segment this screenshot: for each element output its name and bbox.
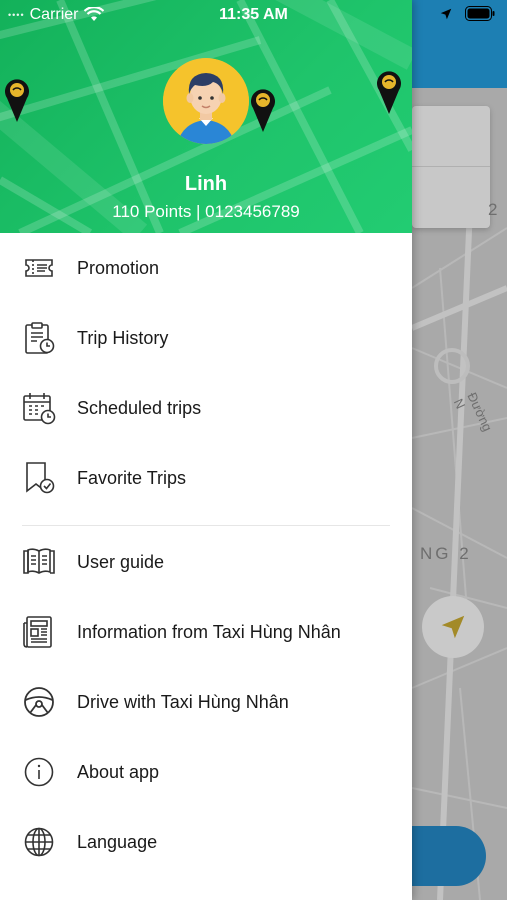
menu-label: Language: [77, 831, 158, 852]
menu-item-user-guide[interactable]: User guide: [0, 527, 412, 597]
steering-wheel-icon: [22, 685, 56, 719]
menu-label: Information from Taxi Hùng Nhân: [77, 621, 341, 642]
menu-item-information[interactable]: Information from Taxi Hùng Nhân: [0, 597, 412, 667]
book-icon: [22, 545, 56, 579]
newspaper-icon: [22, 615, 56, 649]
taxi-pin-icon: [377, 71, 401, 114]
user-points-phone: 110 Points | 0123456789: [112, 202, 300, 221]
menu-label: Drive with Taxi Hùng Nhân: [77, 691, 289, 712]
menu-label: User guide: [77, 551, 165, 572]
menu-label: Promotion: [77, 257, 160, 278]
menu-label: About app: [77, 761, 160, 782]
navigation-arrow-icon: [441, 615, 465, 639]
menu-item-language[interactable]: Language: [0, 807, 412, 877]
map-label-number: 2: [488, 200, 498, 219]
status-right-group: [439, 6, 495, 21]
locate-me-button[interactable]: [422, 596, 484, 658]
menu-label: Favorite Trips: [77, 467, 187, 488]
menu-item-about-app[interactable]: About app: [0, 737, 412, 807]
book-button-partial[interactable]: [412, 826, 486, 886]
user-avatar-icon: [163, 58, 249, 144]
menu-item-favorite-trips[interactable]: Favorite Trips: [0, 443, 412, 513]
info-icon: [22, 755, 56, 789]
taxi-pin-icon: [5, 79, 30, 122]
map-district-label: NG 2: [420, 544, 472, 563]
menu-label: Scheduled trips: [77, 397, 202, 418]
drawer-menu: Promotion Trip History Scheduled trips F…: [0, 233, 412, 877]
menu-item-trip-history[interactable]: Trip History: [0, 303, 412, 373]
clipboard-clock-icon: [22, 321, 56, 355]
search-card[interactable]: [412, 106, 490, 228]
location-arrow-icon: [440, 8, 452, 19]
status-bar: •••• Carrier 11:35 AM: [0, 0, 507, 30]
menu-item-scheduled-trips[interactable]: Scheduled trips: [0, 373, 412, 443]
taxi-pin-icon: [251, 89, 275, 132]
user-name: Linh: [184, 173, 228, 195]
search-card-divider: [412, 166, 490, 167]
menu-item-promotion[interactable]: Promotion: [0, 233, 412, 303]
calendar-clock-icon: [22, 391, 56, 425]
menu-divider: [22, 525, 390, 526]
side-drawer: Linh 110 Points | 0123456789 Promotion T…: [0, 0, 412, 900]
globe-icon: [22, 825, 56, 859]
status-time: 11:35 AM: [219, 6, 288, 23]
ticket-icon: [22, 251, 56, 285]
avatar[interactable]: [163, 58, 249, 144]
bookmark-check-icon: [22, 461, 56, 495]
battery-icon: [465, 6, 495, 21]
menu-label: Trip History: [77, 327, 169, 348]
drawer-header: Linh 110 Points | 0123456789: [0, 0, 412, 233]
menu-item-drive-with[interactable]: Drive with Taxi Hùng Nhân: [0, 667, 412, 737]
